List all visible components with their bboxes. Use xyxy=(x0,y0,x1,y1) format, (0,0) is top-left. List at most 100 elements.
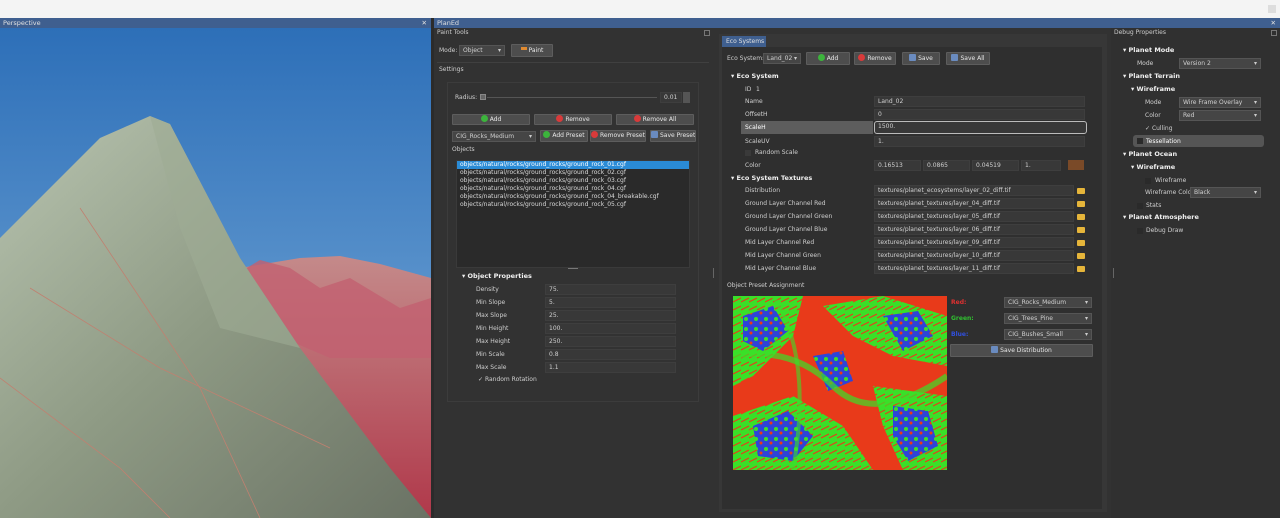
property-value[interactable]: 250. xyxy=(545,336,676,347)
tab-eco-systems[interactable]: Eco Systems xyxy=(722,36,766,47)
property-value[interactable]: 5. xyxy=(545,297,676,308)
folder-icon[interactable] xyxy=(1077,188,1085,194)
remove-preset-label: Remove Preset xyxy=(600,132,645,139)
list-item[interactable]: objects/natural/rocks/ground_rocks/groun… xyxy=(457,161,689,169)
mode-select[interactable]: Object xyxy=(459,45,505,56)
folder-icon[interactable] xyxy=(1077,253,1085,259)
property-value[interactable]: 100. xyxy=(545,323,676,334)
property-value[interactable]: 0.8 xyxy=(545,349,676,360)
scaleuv-field[interactable]: 1. xyxy=(874,136,1085,147)
folder-icon[interactable] xyxy=(1077,214,1085,220)
color-g-field[interactable]: 0.0865 xyxy=(923,160,970,171)
remove-button-label: Remove xyxy=(565,116,590,123)
assign-red-select[interactable]: CIG_Rocks_Medium xyxy=(1004,297,1092,308)
wf-color-select[interactable]: Red xyxy=(1179,110,1261,121)
radius-spinner[interactable] xyxy=(683,92,690,103)
property-row: Max Height 250. xyxy=(468,336,676,348)
color-b-field[interactable]: 0.04519 xyxy=(972,160,1019,171)
planet-ocean-header[interactable]: ▾ Planet Ocean xyxy=(1123,149,1177,160)
assign-green-select[interactable]: CIG_Trees_Pine xyxy=(1004,313,1092,324)
wireframe-header[interactable]: ▾ Wireframe xyxy=(1131,84,1175,95)
wf-mode-select[interactable]: Wire Frame Overlay xyxy=(1179,97,1261,108)
list-item[interactable]: objects/natural/rocks/ground_rocks/groun… xyxy=(457,177,689,185)
texture-path[interactable]: textures/planet_textures/layer_10_diff.t… xyxy=(874,250,1074,261)
splitter-dots[interactable] xyxy=(713,268,714,278)
add-button[interactable]: Add xyxy=(452,114,530,125)
folder-icon[interactable] xyxy=(1077,227,1085,233)
folder-icon[interactable] xyxy=(1077,266,1085,272)
texture-path[interactable]: textures/planet_textures/layer_04_diff.t… xyxy=(874,198,1074,209)
eco-remove-button[interactable]: Remove xyxy=(854,52,896,65)
remove-icon xyxy=(556,115,564,122)
name-field[interactable]: Land_02 xyxy=(874,96,1085,107)
remove-button[interactable]: Remove xyxy=(534,114,612,125)
offseth-field[interactable]: 0 xyxy=(874,109,1085,120)
add-preset-button[interactable]: Add Preset xyxy=(540,130,588,142)
remove-preset-button[interactable]: Remove Preset xyxy=(590,130,646,142)
ocean-wireframe-header[interactable]: ▾ Wireframe xyxy=(1131,162,1175,173)
texture-row: Mid Layer Channel Green textures/planet_t… xyxy=(741,250,1087,262)
distribution-map[interactable] xyxy=(733,296,947,470)
culling-checkbox[interactable]: ✓ Culling xyxy=(1145,123,1173,134)
eco-save-button[interactable]: Save xyxy=(902,52,940,65)
close-icon[interactable]: ✕ xyxy=(1271,18,1276,28)
splitter-handle[interactable] xyxy=(568,268,578,269)
expand-icon[interactable] xyxy=(1271,30,1277,36)
window-control-icon[interactable] xyxy=(1268,5,1276,13)
property-value[interactable]: 25. xyxy=(545,310,676,321)
planet-atmosphere-header[interactable]: ▾ Planet Atmosphere xyxy=(1123,212,1199,223)
radius-input[interactable]: 0.01 xyxy=(660,92,682,103)
culling-label: Culling xyxy=(1151,125,1173,132)
stats-checkbox[interactable] xyxy=(1137,203,1143,209)
remove-icon xyxy=(858,54,866,61)
color-swatch[interactable] xyxy=(1068,160,1084,170)
remove-all-button[interactable]: Remove All xyxy=(616,114,694,125)
list-item[interactable]: objects/natural/rocks/ground_rocks/groun… xyxy=(457,193,689,201)
planet-mode-select[interactable]: Version 2 xyxy=(1179,58,1261,69)
radius-slider-handle[interactable] xyxy=(480,94,486,100)
close-icon[interactable]: ✕ xyxy=(422,18,427,28)
texture-path[interactable]: textures/planet_textures/layer_05_diff.t… xyxy=(874,211,1074,222)
save-preset-button[interactable]: Save Preset xyxy=(650,130,696,142)
eco-system-header[interactable]: ▾ Eco System xyxy=(731,71,779,82)
eco-system-header-title: Eco System xyxy=(736,72,779,80)
texture-path[interactable]: textures/planet_textures/layer_06_diff.t… xyxy=(874,224,1074,235)
planet-mode-header[interactable]: ▾ Planet Mode xyxy=(1123,45,1174,56)
list-item[interactable]: objects/natural/rocks/ground_rocks/groun… xyxy=(457,185,689,193)
texture-path[interactable]: textures/planet_textures/layer_09_diff.t… xyxy=(874,237,1074,248)
perspective-viewport[interactable] xyxy=(0,28,431,518)
property-value[interactable]: 75. xyxy=(545,284,676,295)
splitter-dots[interactable] xyxy=(1113,268,1114,278)
folder-icon[interactable] xyxy=(1077,201,1085,207)
random-scale-checkbox[interactable] xyxy=(745,150,751,156)
expand-icon[interactable] xyxy=(704,30,710,36)
scaleh-field[interactable]: 1500. xyxy=(874,121,1087,134)
list-item[interactable]: objects/natural/rocks/ground_rocks/groun… xyxy=(457,201,689,209)
eco-textures-header[interactable]: ▾ Eco System Textures xyxy=(731,173,812,184)
random-rotation-checkbox[interactable]: ✓ Random Rotation xyxy=(478,374,537,385)
ocean-wireframe-checkbox[interactable] xyxy=(1145,178,1151,184)
save-distribution-button[interactable]: Save Distribution xyxy=(950,344,1093,357)
assign-blue-select[interactable]: CIG_Bushes_Small xyxy=(1004,329,1092,340)
object-properties-header[interactable]: ▾ Object Properties xyxy=(462,271,532,282)
add-icon xyxy=(817,54,825,61)
texture-path[interactable]: textures/planet_ecosystems/layer_02_diff… xyxy=(874,185,1074,196)
folder-icon[interactable] xyxy=(1077,240,1085,246)
eco-add-button[interactable]: Add xyxy=(806,52,850,65)
eco-system-select[interactable]: Land_02 xyxy=(763,53,801,64)
wireframe-color-select[interactable]: Black xyxy=(1190,187,1261,198)
debug-draw-checkbox[interactable] xyxy=(1137,228,1143,234)
radius-slider-track[interactable] xyxy=(487,97,657,98)
property-value[interactable]: 1.1 xyxy=(545,362,676,373)
preset-select[interactable]: CIG_Rocks_Medium xyxy=(452,131,536,142)
paint-button[interactable]: Paint xyxy=(511,44,553,57)
list-item[interactable]: objects/natural/rocks/ground_rocks/groun… xyxy=(457,169,689,177)
id-label: ID xyxy=(745,86,752,93)
color-a-field[interactable]: 1. xyxy=(1021,160,1061,171)
texture-path[interactable]: textures/planet_textures/layer_11_diff.t… xyxy=(874,263,1074,274)
objects-list[interactable]: objects/natural/rocks/ground_rocks/groun… xyxy=(456,160,690,268)
planet-terrain-header[interactable]: ▾ Planet Terrain xyxy=(1123,71,1180,82)
color-r-field[interactable]: 0.16513 xyxy=(874,160,921,171)
tessellation-checkbox[interactable] xyxy=(1137,138,1143,144)
eco-save-all-button[interactable]: Save All xyxy=(946,52,990,65)
